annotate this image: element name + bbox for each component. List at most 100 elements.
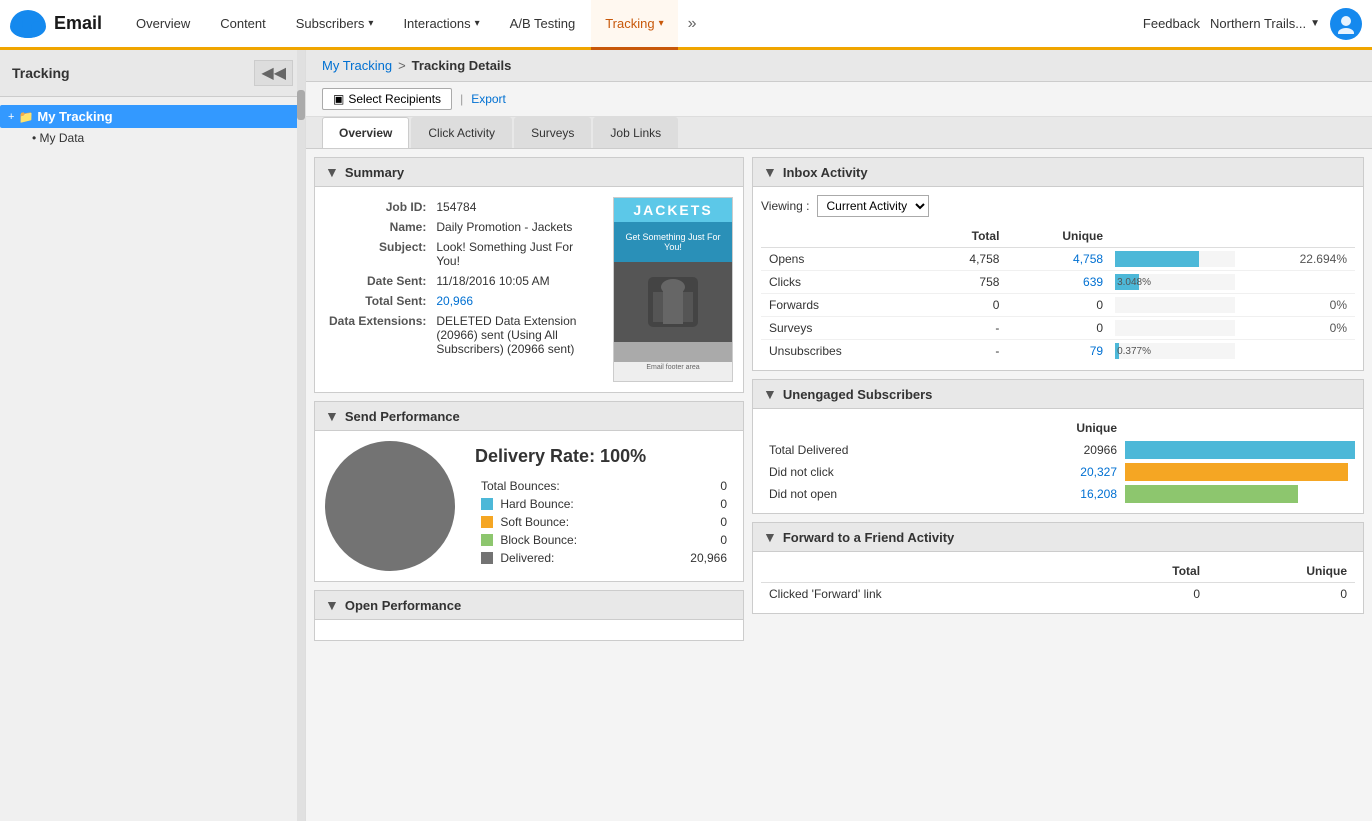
avatar[interactable] <box>1330 8 1362 40</box>
summary-header: ▼ Summary <box>315 158 743 187</box>
nav-tracking[interactable]: Tracking▾ <box>591 0 677 50</box>
sidebar-scrollbar[interactable] <box>297 50 305 821</box>
delivered-swatch <box>481 552 493 564</box>
inbox-row-surveys: Surveys - 0 0% <box>761 317 1355 340</box>
sidebar-collapse-button[interactable]: ◀◀ <box>254 60 293 86</box>
bar-cell: 0.377% <box>1111 340 1239 363</box>
did-not-click-link[interactable]: 20,327 <box>1080 465 1117 479</box>
summary-content: Job ID: 154784 Name: Daily Promotion - J… <box>315 187 743 392</box>
nav-interactions[interactable]: Interactions▾ <box>389 0 493 50</box>
open-performance-title: Open Performance <box>345 598 461 613</box>
bar-container: 0.377% <box>1115 343 1235 359</box>
did-not-open-link[interactable]: 16,208 <box>1080 487 1117 501</box>
metric-label: Surveys <box>761 317 923 340</box>
export-link[interactable]: Export <box>471 92 506 106</box>
unsub-unique-link[interactable]: 79 <box>1090 344 1103 358</box>
breadcrumb-parent[interactable]: My Tracking <box>322 58 392 73</box>
ue-col-label <box>761 417 989 439</box>
nav-content[interactable]: Content <box>206 0 280 50</box>
summary-row-subject: Subject: Look! Something Just For You! <box>325 237 601 271</box>
inbox-collapse-icon[interactable]: ▼ <box>763 164 777 180</box>
breadcrumb-current: Tracking Details <box>412 58 512 73</box>
summary-row-datesent: Date Sent: 11/18/2016 10:05 AM <box>325 271 601 291</box>
inbox-title: Inbox Activity <box>783 165 868 180</box>
inbox-content: Viewing : Current Activity Total Unique <box>753 187 1363 370</box>
summary-val: Daily Promotion - Jackets <box>432 217 601 237</box>
viewing-select[interactable]: Current Activity <box>817 195 929 217</box>
summary-row-dataext: Data Extensions: DELETED Data Extension … <box>325 311 601 359</box>
metric-label: Opens <box>761 248 923 271</box>
fwd-col-label <box>761 560 1095 583</box>
bounce-label: Block Bounce: <box>475 531 653 549</box>
app-logo[interactable]: Email <box>10 10 102 38</box>
bounce-label: Total Bounces: <box>475 477 653 495</box>
unengaged-section: ▼ Unengaged Subscribers Unique <box>752 379 1364 514</box>
nav-items: Overview Content Subscribers▾ Interactio… <box>122 0 1143 47</box>
bar-cell <box>1111 248 1239 271</box>
sidebar-item-my-tracking[interactable]: + 📁 My Tracking <box>0 105 305 128</box>
summary-row-totalsent: Total Sent: 20,966 <box>325 291 601 311</box>
tabs: Overview Click Activity Surveys Job Link… <box>306 117 1372 149</box>
unsub-bar: 0.377% <box>1115 343 1119 359</box>
fwd-table: Total Unique Clicked 'Forward' link 0 0 <box>761 560 1355 605</box>
toolbar-separator: | <box>460 92 463 106</box>
clicks-bar: 3.048% <box>1115 274 1139 290</box>
inbox-row-clicks: Clicks 758 639 3.048% <box>761 271 1355 294</box>
feedback-link[interactable]: Feedback <box>1143 16 1200 31</box>
select-recipients-button[interactable]: ▣ Select Recipients <box>322 88 452 110</box>
send-performance-header: ▼ Send Performance <box>315 402 743 431</box>
sidebar-scrollbar-thumb <box>297 90 305 120</box>
bounce-label: Hard Bounce: <box>475 495 653 513</box>
bounce-label: Soft Bounce: <box>475 513 653 531</box>
send-performance-collapse[interactable]: ▼ <box>325 408 339 424</box>
summary-val: DELETED Data Extension (20966) sent (Usi… <box>432 311 601 359</box>
total-val: - <box>923 340 1007 363</box>
metric-label: Clicks <box>761 271 923 294</box>
nav-overview[interactable]: Overview <box>122 0 204 50</box>
summary-key: Date Sent: <box>325 271 432 291</box>
tab-overview[interactable]: Overview <box>322 117 409 148</box>
delivery-rate-label: Delivery Rate: 100% <box>475 446 733 467</box>
nav-subscribers[interactable]: Subscribers▾ <box>282 0 388 50</box>
unengaged-header-row: Unique <box>761 417 1355 439</box>
unengaged-collapse[interactable]: ▼ <box>763 386 777 402</box>
col-pct <box>1239 225 1355 248</box>
tab-job-links[interactable]: Job Links <box>593 117 678 148</box>
ue-row-delivered: Total Delivered 20966 <box>761 439 1355 461</box>
nav-ab-testing[interactable]: A/B Testing <box>496 0 590 50</box>
fwd-title: Forward to a Friend Activity <box>783 530 954 545</box>
sidebar-tree: + 📁 My Tracking My Data <box>0 97 305 156</box>
opens-unique-link[interactable]: 4,758 <box>1073 252 1103 266</box>
bar-cell <box>1111 294 1239 317</box>
inbox-header-row: Total Unique <box>761 225 1355 248</box>
metric-label: Unsubscribes <box>761 340 923 363</box>
clicks-unique-link[interactable]: 639 <box>1083 275 1103 289</box>
summary-key: Data Extensions: <box>325 311 432 359</box>
top-navigation: Email Overview Content Subscribers▾ Inte… <box>0 0 1372 50</box>
ue-val: 20,327 <box>989 461 1125 483</box>
account-menu[interactable]: Northern Trails... ▼ <box>1210 16 1320 31</box>
total-sent-link[interactable]: 20,966 <box>436 294 473 308</box>
hard-bounce-swatch <box>481 498 493 510</box>
summary-val: 11/18/2016 10:05 AM <box>432 271 601 291</box>
total-val: 0 <box>923 294 1007 317</box>
folder-icon: 📁 <box>18 110 33 124</box>
tab-click-activity[interactable]: Click Activity <box>411 117 512 148</box>
account-arrow: ▼ <box>1310 18 1320 29</box>
open-performance-collapse[interactable]: ▼ <box>325 597 339 613</box>
sidebar-subitem-my-data[interactable]: My Data <box>0 128 305 148</box>
col-unique: Unique <box>1007 225 1111 248</box>
forward-activity-section: ▼ Forward to a Friend Activity Total Uni… <box>752 522 1364 614</box>
metric-label: Forwards <box>761 294 923 317</box>
tab-surveys[interactable]: Surveys <box>514 117 591 148</box>
main-layout: Tracking ◀◀ + 📁 My Tracking My Data My T… <box>0 50 1372 821</box>
unique-val: 0 <box>1007 317 1111 340</box>
fwd-collapse[interactable]: ▼ <box>763 529 777 545</box>
ue-bar-cell <box>1125 461 1355 483</box>
jacket-text: JACKETS <box>614 198 732 222</box>
ue-bar-cell <box>1125 483 1355 505</box>
summary-val: 154784 <box>432 197 601 217</box>
summary-collapse-icon[interactable]: ▼ <box>325 164 339 180</box>
unique-val: 0 <box>1007 294 1111 317</box>
nav-more-icon[interactable]: » <box>680 15 705 33</box>
